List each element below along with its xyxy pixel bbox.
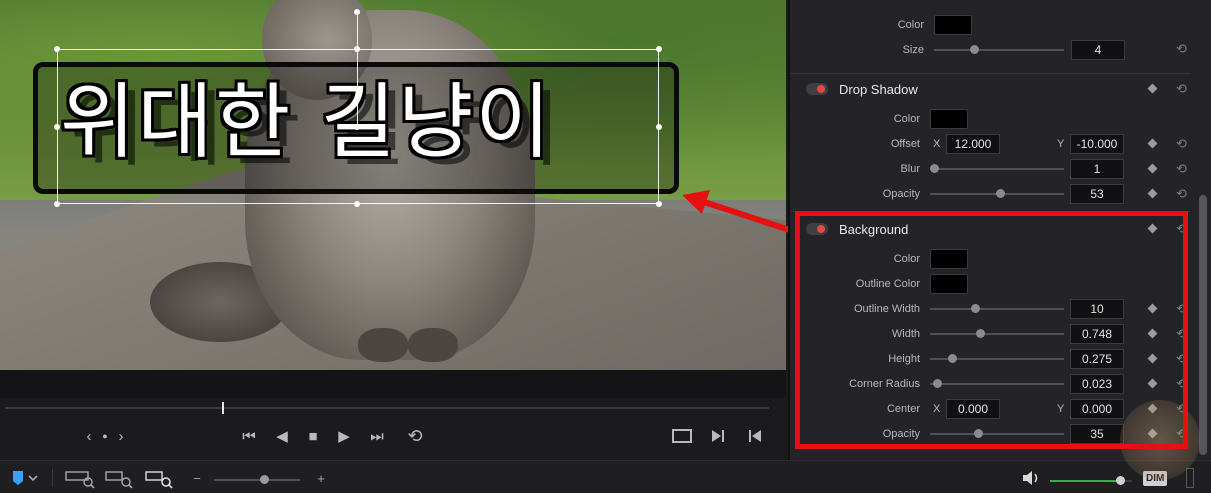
resize-handle[interactable] bbox=[656, 201, 662, 207]
drop-shadow-toggle[interactable] bbox=[806, 83, 828, 95]
reset-icon[interactable]: ⟲ bbox=[1176, 41, 1187, 57]
resize-handle[interactable] bbox=[354, 46, 360, 52]
skip-to-start-button[interactable]: ⏮ bbox=[236, 420, 262, 452]
volume-slider-fill bbox=[1050, 480, 1120, 482]
fit-frame-icon[interactable] bbox=[670, 420, 694, 452]
next-clip-button[interactable]: › bbox=[114, 420, 128, 452]
bottom-toolbar: − + DIM bbox=[0, 460, 1211, 493]
resize-handle[interactable] bbox=[354, 201, 360, 207]
inspector-scrollbar[interactable] bbox=[1199, 195, 1207, 455]
offset-x-field[interactable]: 12.000 bbox=[946, 134, 1000, 154]
resize-handle[interactable] bbox=[656, 46, 662, 52]
reverse-play-button[interactable]: ◀ bbox=[272, 420, 292, 452]
timeline-strip bbox=[0, 370, 786, 398]
offset-x-label: X bbox=[933, 138, 941, 150]
flag-icon[interactable] bbox=[10, 467, 40, 489]
shadow-color-swatch[interactable] bbox=[930, 109, 968, 129]
loop-button[interactable]: ⟲ bbox=[402, 420, 428, 452]
play-button[interactable]: ▶ bbox=[334, 420, 354, 452]
speaker-icon[interactable] bbox=[1020, 467, 1042, 489]
clip-dot-indicator[interactable]: ● bbox=[98, 420, 112, 452]
offset-y-label: Y bbox=[1057, 138, 1065, 150]
reset-icon[interactable]: ⟲ bbox=[1176, 81, 1187, 97]
timeline-zoom-custom-icon[interactable] bbox=[144, 467, 176, 489]
reset-icon[interactable]: ⟲ bbox=[1176, 136, 1187, 152]
playhead[interactable] bbox=[222, 402, 224, 414]
volume-slider-knob[interactable] bbox=[1115, 476, 1125, 485]
color-label: Color bbox=[897, 19, 924, 31]
shadow-color-label: Color bbox=[893, 113, 920, 125]
reset-icon[interactable]: ⟲ bbox=[1176, 186, 1187, 202]
resize-handle[interactable] bbox=[656, 124, 662, 130]
blur-label: Blur bbox=[900, 163, 920, 175]
blur-slider-track[interactable] bbox=[930, 168, 1064, 170]
stop-button[interactable]: ■ bbox=[302, 420, 324, 452]
next-frame-icon[interactable] bbox=[708, 420, 728, 452]
prev-clip-button[interactable]: ‹ bbox=[82, 420, 96, 452]
blur-value-field[interactable]: 1 bbox=[1070, 159, 1124, 179]
app-root: 위대한 길냥이 ‹ ● › ⏮ ◀ ■ ▶ ⏭ ⟲ − + Color Size… bbox=[0, 0, 1211, 493]
size-value-field[interactable]: 4 bbox=[1071, 40, 1125, 60]
cat-paw bbox=[408, 328, 458, 362]
reset-icon[interactable]: ⟲ bbox=[1176, 161, 1187, 177]
highlight-box bbox=[795, 211, 1188, 449]
resize-handle[interactable] bbox=[54, 201, 60, 207]
zoom-slider-knob[interactable] bbox=[260, 475, 269, 484]
center-handle[interactable] bbox=[354, 124, 360, 130]
resize-handle[interactable] bbox=[54, 46, 60, 52]
offset-label: Offset bbox=[890, 138, 920, 150]
timeline-zoom-full-icon[interactable] bbox=[64, 467, 96, 489]
drop-shadow-title[interactable]: Drop Shadow bbox=[839, 82, 918, 97]
timeline-zoom-detail-icon[interactable] bbox=[104, 467, 136, 489]
blur-slider-knob[interactable] bbox=[930, 164, 939, 173]
cat-paw bbox=[358, 328, 408, 362]
size-slider-track[interactable] bbox=[934, 49, 1064, 51]
section-divider bbox=[790, 73, 1190, 74]
resize-handle[interactable] bbox=[54, 124, 60, 130]
selection-center-line bbox=[357, 12, 358, 127]
color-swatch[interactable] bbox=[934, 15, 972, 35]
zoom-slider-track[interactable] bbox=[214, 479, 300, 481]
size-label: Size bbox=[902, 44, 924, 56]
shadow-opacity-value-field[interactable]: 53 bbox=[1070, 184, 1124, 204]
zoom-out-button[interactable]: − bbox=[190, 467, 204, 489]
shadow-opacity-label: Opacity bbox=[882, 188, 920, 200]
prev-frame-icon[interactable] bbox=[745, 420, 765, 452]
rotation-handle[interactable] bbox=[354, 9, 360, 15]
transport-controls: ‹ ● › ⏮ ◀ ■ ▶ ⏭ ⟲ bbox=[0, 420, 786, 454]
zoom-in-button[interactable]: + bbox=[314, 467, 328, 489]
skip-to-end-button[interactable]: ⏭ bbox=[364, 420, 390, 452]
offset-y-field[interactable]: -10.000 bbox=[1070, 134, 1124, 154]
scrubber-track[interactable] bbox=[5, 407, 769, 409]
audio-meter bbox=[1186, 468, 1194, 488]
video-viewer[interactable]: 위대한 길냥이 bbox=[0, 0, 786, 370]
divider bbox=[52, 469, 53, 487]
